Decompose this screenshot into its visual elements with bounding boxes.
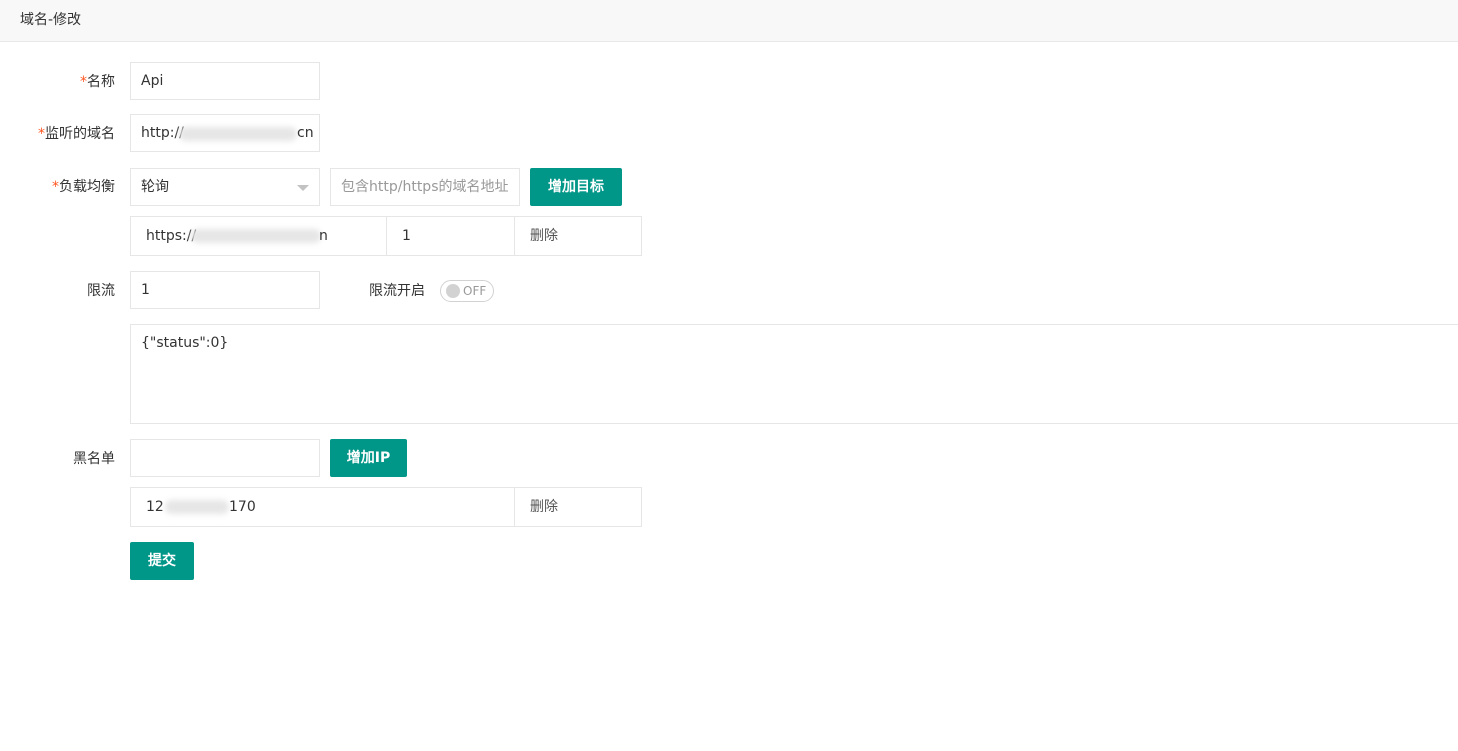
rate-limit-input[interactable]: 1 — [130, 271, 320, 309]
name-label: *名称 — [80, 74, 115, 90]
target-weight-cell: 1 — [386, 216, 515, 256]
submit-button[interactable]: 提交 — [130, 542, 194, 580]
load-balance-label: *负载均衡 — [52, 179, 115, 195]
rate-limit-toggle-label: 限流开启 — [369, 283, 425, 299]
page-header: 域名-修改 — [0, 0, 1458, 42]
rate-limit-toggle[interactable]: OFF — [440, 280, 494, 302]
redacted-blur — [179, 127, 297, 141]
target-url-cell: https:// n — [130, 216, 387, 256]
delete-ip-button[interactable]: 删除 — [514, 487, 642, 527]
listen-domain-input[interactable]: http:// cn — [130, 114, 320, 152]
rate-limit-label: 限流 — [87, 283, 115, 299]
add-target-button[interactable]: 增加目标 — [530, 168, 622, 206]
name-input[interactable]: Api — [130, 62, 320, 100]
blacklist-ip-input[interactable] — [130, 439, 320, 477]
add-ip-button[interactable]: 增加IP — [330, 439, 407, 477]
chevron-down-icon — [297, 185, 309, 191]
load-balance-select[interactable]: 轮询 — [130, 168, 320, 206]
redacted-blur — [165, 500, 229, 514]
redacted-blur — [191, 229, 321, 243]
blacklist-ip-cell: 12 170 — [130, 487, 515, 527]
page-title: 域名-修改 — [20, 12, 82, 28]
toggle-knob — [446, 284, 460, 298]
target-url-input[interactable]: 包含http/https的域名地址 — [330, 168, 520, 206]
blacklist-label: 黑名单 — [73, 451, 115, 467]
listen-domain-label: *监听的域名 — [38, 126, 115, 142]
rate-limit-response-textarea[interactable]: {"status":0} — [130, 324, 1458, 424]
delete-target-button[interactable]: 删除 — [514, 216, 642, 256]
